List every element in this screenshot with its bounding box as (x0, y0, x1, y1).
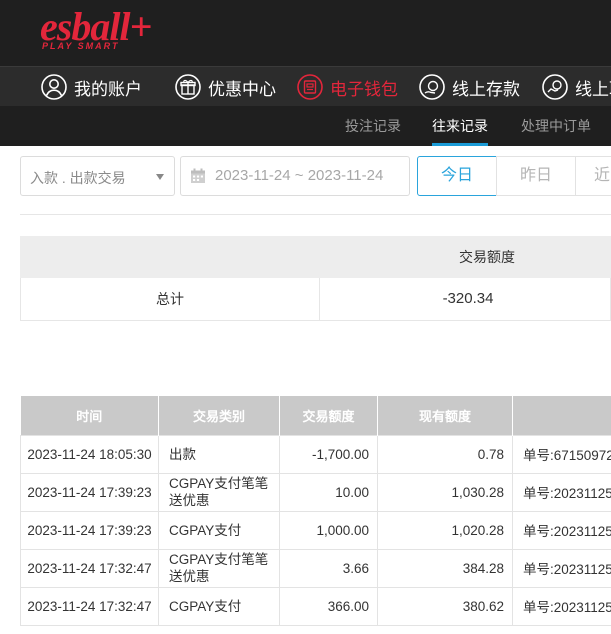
nav-promotions[interactable]: 优惠中心 (174, 67, 276, 107)
table-row: 2023-11-24 17:39:23 CGPAY支付笔笔送优惠 10.00 1… (20, 472, 611, 512)
nav-label: 线上存款 (452, 79, 520, 99)
yesterday-button[interactable]: 昨日 (496, 156, 576, 196)
cell-order-number: 单号:20231125 (512, 510, 611, 550)
summary-header: 交易额度 (20, 236, 611, 278)
gift-icon (174, 73, 202, 101)
transactions-table: 时间 交易类别 交易额度 现有额度 2023-11-24 18:05:30 出款… (20, 396, 611, 626)
cell-type: CGPAY支付 (158, 510, 280, 550)
summary-row: 总计 -320.34 (20, 278, 611, 321)
nav-label: 线上取 (575, 79, 611, 99)
cell-order-number: 单号:20231125 (512, 472, 611, 512)
esball-logo[interactable]: esball+ PLAY SMART (40, 6, 152, 56)
table-row: 2023-11-24 17:39:23 CGPAY支付 1,000.00 1,0… (20, 510, 611, 550)
column-header-balance: 现有额度 (377, 396, 513, 435)
table-header-row: 时间 交易类别 交易额度 现有额度 (20, 396, 611, 435)
cell-balance: 1,020.28 (377, 510, 513, 550)
cell-time: 2023-11-24 17:39:23 (20, 472, 159, 512)
cell-amount: 1,000.00 (279, 510, 378, 550)
table-row: 2023-11-24 18:05:30 出款 -1,700.00 0.78 单号… (20, 434, 611, 474)
tab-label: 往来记录 (432, 118, 488, 134)
select-value: 入款 . 出款交易 (30, 170, 126, 186)
caret-down-icon (156, 174, 164, 180)
cell-balance: 1,030.28 (377, 472, 513, 512)
sub-nav: 投注记录 往来记录 处理中订单 (0, 106, 611, 146)
divider (20, 214, 611, 215)
date-range-input[interactable]: 2023-11-24 ~ 2023-11-24 (180, 156, 410, 196)
tab-transaction-records[interactable]: 往来记录 (432, 106, 488, 146)
cell-amount: 366.00 (279, 586, 378, 626)
cell-type: CGPAY支付 (158, 586, 280, 626)
cell-time: 2023-11-24 17:39:23 (20, 510, 159, 550)
cell-amount: 10.00 (279, 472, 378, 512)
column-header-type: 交易类别 (158, 396, 280, 435)
tab-bet-records[interactable]: 投注记录 (345, 106, 401, 146)
user-icon (40, 73, 68, 101)
recent-button[interactable]: 近 (575, 156, 611, 196)
main-nav: 我的账户 优惠中心 电子钱包 线上存款 线上取 (0, 66, 611, 106)
deposit-icon (418, 73, 446, 101)
cell-balance: 380.62 (377, 586, 513, 626)
cell-order-number: 单号:20231125 (512, 586, 611, 626)
cell-order-number: 单号:67150972 (512, 434, 611, 474)
nav-label: 电子钱包 (330, 79, 398, 99)
nav-label: 我的账户 (74, 79, 142, 99)
nav-e-wallet[interactable]: 电子钱包 (296, 67, 398, 107)
cell-type: CGPAY支付笔笔送优惠 (158, 548, 280, 588)
cell-type: CGPAY支付笔笔送优惠 (158, 472, 280, 512)
column-header-amount: 交易额度 (279, 396, 378, 435)
table-row: 2023-11-24 17:32:47 CGPAY支付 366.00 380.6… (20, 586, 611, 626)
cell-time: 2023-11-24 18:05:30 (20, 434, 159, 474)
date-range-value: 2023-11-24 ~ 2023-11-24 (215, 167, 384, 184)
nav-online-deposit[interactable]: 线上存款 (418, 67, 520, 107)
table-row: 2023-11-24 17:32:47 CGPAY支付笔笔送优惠 3.66 38… (20, 548, 611, 588)
transaction-type-select[interactable]: 入款 . 出款交易 (20, 156, 175, 196)
cell-amount: 3.66 (279, 548, 378, 588)
column-header-time: 时间 (20, 396, 159, 435)
column-header-note (512, 396, 611, 435)
logo-tagline: PLAY SMART (42, 41, 120, 51)
withdraw-icon (541, 73, 569, 101)
top-header: esball+ PLAY SMART (0, 0, 611, 66)
cell-balance: 0.78 (377, 434, 513, 474)
total-label: 总计 (156, 291, 184, 307)
nav-my-account[interactable]: 我的账户 (40, 67, 142, 107)
cell-time: 2023-11-24 17:32:47 (20, 586, 159, 626)
cell-amount: -1,700.00 (279, 434, 378, 474)
wallet-icon (296, 73, 324, 101)
nav-label: 优惠中心 (208, 79, 276, 99)
summary-header-label: 交易额度 (459, 249, 515, 265)
active-tab-indicator (432, 143, 488, 146)
cell-balance: 384.28 (377, 548, 513, 588)
nav-online-withdraw[interactable]: 线上取 (541, 67, 611, 107)
cell-time: 2023-11-24 17:32:47 (20, 548, 159, 588)
cell-type: 出款 (158, 434, 280, 474)
cell-order-number: 单号:20231125 (512, 548, 611, 588)
total-value: -320.34 (442, 290, 494, 307)
calendar-icon (190, 168, 206, 184)
today-button[interactable]: 今日 (417, 156, 497, 196)
tab-pending-orders[interactable]: 处理中订单 (521, 106, 591, 146)
